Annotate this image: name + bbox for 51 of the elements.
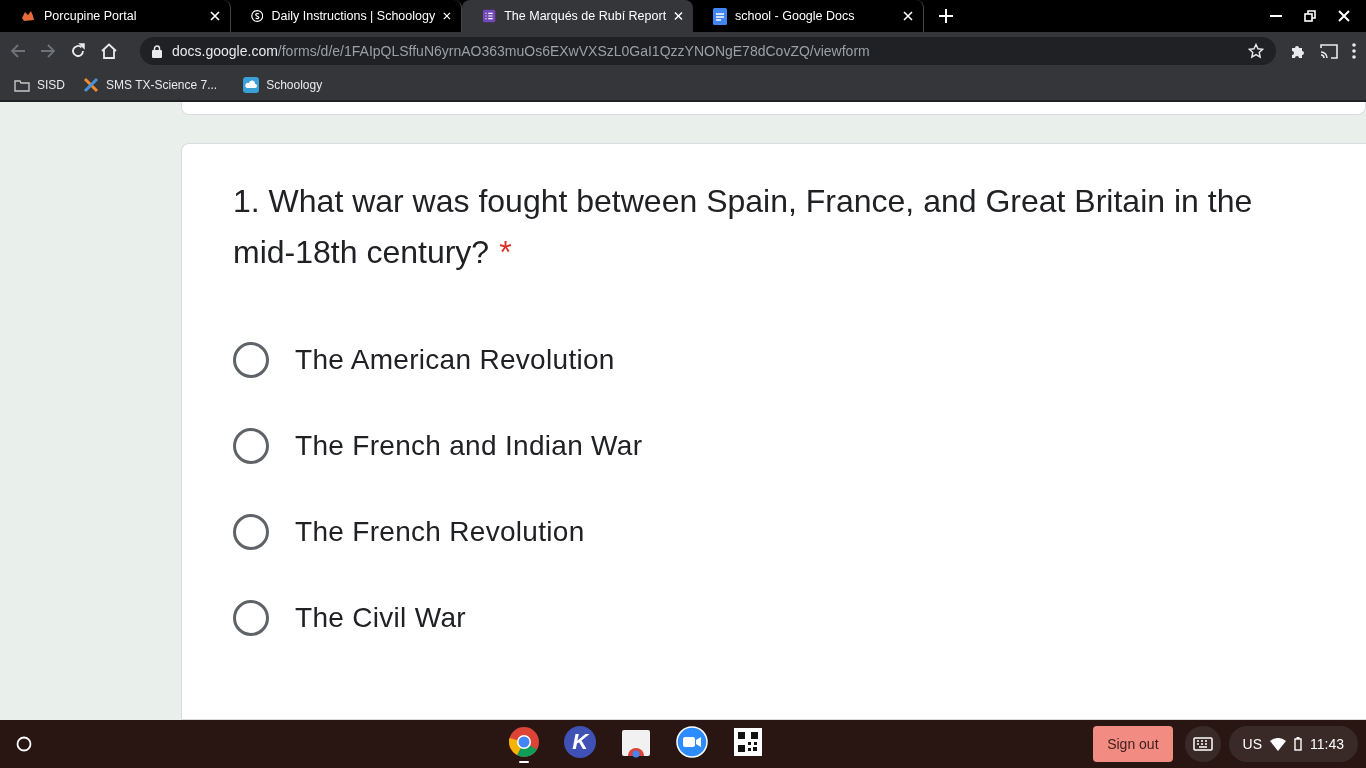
close-icon xyxy=(674,11,683,21)
chrome-icon xyxy=(508,725,541,758)
url-path: /forms/d/e/1FAIpQLSffuN6yrnAO363muOs6EXwVXSzL0GaI1QzzYNONgE78dCovZQ/viewform xyxy=(277,43,870,59)
cross-icon xyxy=(83,77,99,93)
question-text: 1. What war was fought between Spain, France, and Great Britain in the mid-18th century? * xyxy=(233,182,1254,272)
bookmark-link[interactable]: SISD xyxy=(14,78,65,92)
forward-button[interactable] xyxy=(40,43,56,59)
folder-icon xyxy=(14,78,30,92)
option-label[interactable]: The Civil War xyxy=(295,602,466,634)
extensions-button[interactable] xyxy=(1290,43,1306,59)
sign-out-button[interactable]: Sign out xyxy=(1093,726,1173,762)
home-button[interactable] xyxy=(100,43,118,59)
battery-icon xyxy=(1294,737,1302,751)
input-locale: US xyxy=(1242,736,1262,752)
keyboard-icon xyxy=(1192,737,1213,751)
close-icon xyxy=(903,11,913,21)
cloud-icon xyxy=(243,77,260,93)
video-camera-icon xyxy=(676,725,709,758)
minimize-icon xyxy=(1270,15,1282,17)
address-bar[interactable]: docs.google.com/forms/d/e/1FAIpQLSffuN6yrnAO363muOs6EXwVXSzL0GaI1QzzYNONgE78dCovZQ/viewform xyxy=(140,37,1276,65)
reload-button[interactable] xyxy=(70,43,86,59)
bookmark-link[interactable]: Schoology xyxy=(243,77,323,93)
cast-button[interactable] xyxy=(1320,43,1338,59)
browser-tab[interactable]: The Marqués de Rubí Report xyxy=(462,0,693,32)
option-label[interactable]: The French and Indian War xyxy=(295,430,643,462)
clock-time: 11:43 xyxy=(1310,736,1344,752)
qr-code-icon xyxy=(734,727,763,756)
radio-button[interactable] xyxy=(233,342,269,378)
plus-icon xyxy=(939,9,953,23)
wifi-icon xyxy=(1270,737,1286,751)
back-button[interactable] xyxy=(10,43,26,59)
app-logo-icon: K xyxy=(564,725,597,758)
radio-button[interactable] xyxy=(233,600,269,636)
close-icon xyxy=(443,11,451,21)
menu-button[interactable] xyxy=(1352,43,1356,59)
url-host: docs.google.com xyxy=(172,43,278,59)
bookmark-star-button[interactable] xyxy=(1248,43,1264,59)
radio-button[interactable] xyxy=(233,428,269,464)
circle-icon xyxy=(16,736,32,752)
status-tray[interactable]: US 11:43 xyxy=(1228,726,1358,762)
bookmark-link[interactable]: SMS TX-Science 7... xyxy=(83,77,218,93)
s-logo-icon xyxy=(251,8,264,24)
form-list-icon xyxy=(482,8,497,24)
option-label[interactable]: The French Revolution xyxy=(295,516,585,548)
option-label[interactable]: The American Revolution xyxy=(295,344,615,376)
keyboard-button[interactable] xyxy=(1184,726,1221,762)
lock-icon xyxy=(152,44,162,58)
shelf-app[interactable]: K xyxy=(562,722,599,766)
document-icon xyxy=(713,7,727,25)
close-icon xyxy=(210,11,220,21)
radio-button[interactable] xyxy=(233,514,269,550)
